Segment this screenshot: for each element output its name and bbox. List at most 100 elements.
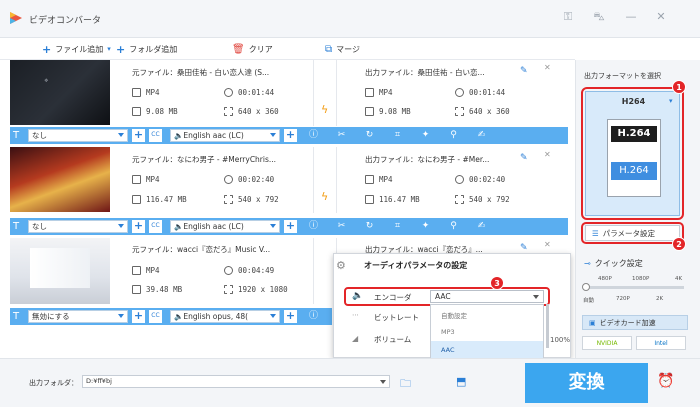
source-file-name: 元ファイル：桑田佳祐 - 白い恋人達 (S... bbox=[132, 68, 270, 77]
resolution-icon bbox=[224, 195, 233, 204]
encoder-option[interactable]: 自動設定 bbox=[431, 305, 543, 322]
info-icon[interactable]: ⓘ bbox=[308, 311, 319, 322]
format-name: H264 bbox=[621, 97, 646, 106]
edit-pencil-icon[interactable]: ✎ bbox=[520, 153, 528, 163]
audio-track-dropdown[interactable]: 🔈 English opus, 48( bbox=[170, 310, 280, 323]
callout-badge: 3 bbox=[490, 276, 504, 290]
output-duration: 00:02:40 bbox=[455, 175, 505, 184]
minimize-button[interactable]: — bbox=[624, 10, 638, 24]
output-folder-field[interactable]: D:¥ff¥bj bbox=[82, 375, 390, 388]
cart-icon[interactable]: ⛍ bbox=[592, 10, 606, 24]
quality-label: 1080P bbox=[632, 276, 650, 282]
remove-file-icon[interactable]: ✕ bbox=[544, 150, 551, 159]
info-icon[interactable]: ⓘ bbox=[308, 130, 319, 141]
subtitle-dropdown[interactable]: 無効にする bbox=[28, 310, 128, 323]
resolution-icon bbox=[455, 107, 464, 116]
video-thumbnail[interactable]: ❖ bbox=[10, 60, 110, 125]
video-thumbnail[interactable] bbox=[10, 238, 110, 304]
alarm-clock-icon[interactable]: ⏰ bbox=[657, 373, 674, 389]
cc-icon[interactable]: CC bbox=[149, 129, 162, 142]
cut-icon[interactable]: ✂ bbox=[336, 221, 347, 232]
select-format-label: 出力フォーマットを選択 bbox=[584, 72, 661, 80]
add-subtitle-button[interactable]: + bbox=[132, 129, 145, 142]
convert-button[interactable]: 変換 bbox=[525, 363, 648, 403]
edit-pencil-icon[interactable]: ✎ bbox=[520, 243, 528, 253]
edit-subtitle-icon[interactable]: ✍ bbox=[476, 130, 487, 141]
edit-subtitle-icon[interactable]: ✍ bbox=[476, 221, 487, 232]
bitrate-label: ビットレート bbox=[374, 313, 419, 322]
rotate-icon[interactable]: ↻ bbox=[364, 221, 375, 232]
rotate-icon[interactable]: ↻ bbox=[364, 130, 375, 141]
clear-label: クリア bbox=[248, 44, 273, 54]
remove-file-icon[interactable]: ✕ bbox=[544, 63, 551, 72]
quality-slider[interactable] bbox=[582, 283, 684, 291]
cc-icon[interactable]: CC bbox=[149, 310, 162, 323]
scrollbar[interactable] bbox=[546, 304, 549, 348]
merge-button[interactable]: ⧉ マージ bbox=[325, 42, 360, 56]
film-icon bbox=[132, 175, 141, 184]
clock-icon bbox=[224, 88, 233, 97]
add-audio-button[interactable]: + bbox=[284, 310, 297, 323]
quality-label: 2K bbox=[656, 296, 664, 302]
slider-handle[interactable] bbox=[582, 283, 590, 291]
divider bbox=[336, 238, 337, 253]
chevron-down-icon bbox=[380, 380, 386, 384]
divider bbox=[336, 147, 337, 213]
cc-icon[interactable]: CC bbox=[149, 220, 162, 233]
add-file-button[interactable]: + ファイル追加 ▾ bbox=[42, 42, 111, 56]
clock-icon bbox=[455, 175, 464, 184]
encoder-select[interactable]: AAC bbox=[430, 290, 544, 303]
format-selector[interactable]: H264 ▾ H.264 H.264 bbox=[585, 91, 680, 216]
clock-icon bbox=[455, 88, 464, 97]
intel-badge[interactable]: Intel bbox=[636, 336, 686, 350]
audio-track-dropdown[interactable]: 🔈 English aac (LC) bbox=[170, 129, 280, 142]
source-duration: 00:01:44 bbox=[224, 88, 274, 97]
parameter-settings-button[interactable]: ☰ パラメータ設定 bbox=[585, 225, 680, 241]
info-icon[interactable]: ⓘ bbox=[308, 221, 319, 232]
nvidia-badge[interactable]: NVIDIA bbox=[582, 336, 632, 350]
add-subtitle-button[interactable]: + bbox=[132, 220, 145, 233]
source-format: MP4 bbox=[132, 88, 160, 97]
encoder-option-selected[interactable]: AAC bbox=[431, 341, 543, 358]
audio-track-dropdown[interactable]: 🔈 English aac (LC) bbox=[170, 220, 280, 233]
edit-pencil-icon[interactable]: ✎ bbox=[520, 66, 528, 76]
crop-icon[interactable]: ⌗ bbox=[392, 130, 403, 141]
gpu-acceleration-toggle[interactable]: ▣ ビデオカード加速 bbox=[582, 315, 688, 330]
encoder-option[interactable]: MP3 bbox=[431, 323, 543, 340]
subtitle-dropdown[interactable]: なし bbox=[28, 129, 128, 142]
add-subtitle-button[interactable]: + bbox=[132, 310, 145, 323]
close-button[interactable]: ✕ bbox=[654, 10, 668, 24]
cut-icon[interactable]: ✂ bbox=[336, 130, 347, 141]
effect-wand-icon[interactable]: ✦ bbox=[420, 221, 431, 232]
subtitle-dropdown[interactable]: なし bbox=[28, 220, 128, 233]
folder-icon bbox=[365, 107, 374, 116]
remove-file-icon[interactable]: ✕ bbox=[544, 240, 551, 249]
sliders-icon: ☰ bbox=[592, 228, 599, 238]
format-file-icon: H.264 H.264 bbox=[607, 119, 661, 197]
key-icon[interactable]: ⚿ bbox=[561, 10, 575, 24]
quick-setting: ⊸ クイック設定 bbox=[584, 259, 643, 268]
output-format: MP4 bbox=[365, 175, 393, 184]
output-size: 9.08 MB bbox=[365, 107, 411, 116]
watermark-stamp-icon[interactable]: ⚲ bbox=[448, 221, 459, 232]
add-audio-button[interactable]: + bbox=[284, 129, 297, 142]
open-folder-icon[interactable]: 🗀 bbox=[400, 375, 411, 394]
video-thumbnail[interactable] bbox=[10, 147, 110, 212]
speaker-icon: 🔈 bbox=[174, 222, 184, 231]
folder-icon bbox=[132, 107, 141, 116]
app-title: ビデオコンバータ bbox=[29, 16, 102, 26]
folder-icon bbox=[132, 195, 141, 204]
toolbar: + ファイル追加 ▾ + フォルダ追加 🗑 クリア ⧉ マージ bbox=[0, 38, 575, 60]
watermark-stamp-icon[interactable]: ⚲ bbox=[448, 130, 459, 141]
export-icon[interactable]: ⬒ bbox=[456, 375, 466, 388]
clear-button[interactable]: 🗑 クリア bbox=[232, 42, 273, 56]
add-audio-button[interactable]: + bbox=[284, 220, 297, 233]
plus-icon: + bbox=[42, 42, 52, 56]
effect-wand-icon[interactable]: ✦ bbox=[420, 130, 431, 141]
app-logo-icon bbox=[10, 12, 22, 24]
file-toolbar: T なし + CC 🔈 English aac (LC) + ⓘ ✂ ↻ ⌗ ✦ … bbox=[10, 127, 568, 144]
add-folder-button[interactable]: + フォルダ追加 bbox=[116, 42, 177, 56]
chevron-down-icon[interactable]: ▾ bbox=[107, 45, 111, 53]
crop-icon[interactable]: ⌗ bbox=[392, 221, 403, 232]
output-file-name: 出力ファイル：桑田佳祐 - 白い恋... bbox=[365, 68, 485, 77]
